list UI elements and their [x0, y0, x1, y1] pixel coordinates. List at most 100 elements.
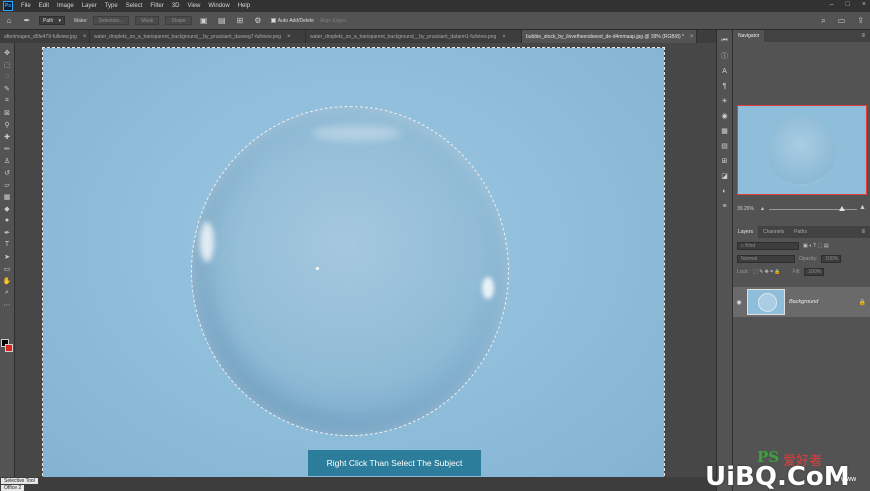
panel-menu-icon[interactable]: ≡	[861, 229, 865, 235]
zoom-slider-handle[interactable]	[839, 206, 845, 211]
bubble-reflection	[312, 125, 402, 141]
close-icon[interactable]: ×	[690, 34, 694, 40]
app-logo: Ps	[3, 1, 13, 11]
character-icon[interactable]: A	[720, 66, 730, 76]
layer-row-background[interactable]: ◉ Background 🔒	[733, 287, 870, 317]
menu-layer[interactable]: Layer	[78, 3, 101, 9]
shape-tool-icon[interactable]: ▭	[2, 263, 13, 274]
gradient-tool-icon[interactable]: ▦	[2, 191, 13, 202]
auto-add-delete-checkbox[interactable]: Auto Add/Delete	[270, 18, 314, 24]
home-icon[interactable]: ⌂	[4, 16, 14, 26]
menu-help[interactable]: Help	[234, 3, 254, 9]
lasso-tool-icon[interactable]: ◌	[2, 71, 13, 82]
menu-type[interactable]: Type	[101, 3, 122, 9]
patterns-icon[interactable]: ⊞	[720, 156, 730, 166]
workspace-icon[interactable]: ▭	[838, 16, 846, 26]
maximize-button[interactable]: □	[846, 1, 850, 8]
canvas-area[interactable]: Right Click Than Select The Subject	[15, 43, 716, 483]
path-arrangement-icon[interactable]: ⊞	[235, 16, 245, 26]
type-tool-icon[interactable]: T	[2, 239, 13, 250]
photoshop-window: Ps File Edit Image Layer Type Select Fil…	[0, 0, 870, 491]
menu-filter[interactable]: Filter	[146, 3, 167, 9]
menu-view[interactable]: View	[183, 3, 204, 9]
pen-mode-select[interactable]: Path ▾	[39, 16, 65, 25]
search-icon[interactable]: ⌕	[821, 16, 825, 26]
tab-navigator[interactable]: Navigator	[733, 30, 765, 42]
bubble-selection[interactable]	[191, 106, 509, 436]
more-tools-icon[interactable]: ⋯	[2, 299, 13, 310]
marquee-tool-icon[interactable]: ⬚	[2, 59, 13, 70]
menu-select[interactable]: Select	[122, 3, 147, 9]
eye-icon[interactable]: ◉	[733, 299, 745, 306]
clone-stamp-tool-icon[interactable]: ♙	[2, 155, 13, 166]
panel-menu-icon[interactable]: ≡	[861, 33, 865, 39]
move-tool-icon[interactable]: ✥	[2, 47, 13, 58]
background-color-swatch[interactable]	[5, 344, 13, 352]
doc-tab-1[interactable]: afterimages_d5fe479-fullview.jpg ×	[0, 30, 90, 43]
hand-tool-icon[interactable]: ✋	[2, 275, 13, 286]
doc-tab-3[interactable]: water_droplets_on_a_transparent_backgrou…	[306, 30, 522, 43]
tab-channels[interactable]: Channels	[758, 226, 789, 238]
properties-icon[interactable]: ≡	[720, 201, 730, 211]
doc-tab-2[interactable]: water_droplets_on_a_transparent_backgrou…	[90, 30, 306, 43]
gear-icon[interactable]: ⚙	[253, 16, 263, 26]
path-alignment-icon[interactable]: ▤	[217, 16, 227, 26]
close-icon[interactable]: ×	[502, 34, 506, 40]
color-icon[interactable]: ◉	[720, 111, 730, 121]
menu-edit[interactable]: Edit	[35, 3, 53, 9]
history-brush-tool-icon[interactable]: ↺	[2, 167, 13, 178]
info-icon[interactable]: ⓘ	[720, 51, 730, 61]
zoom-out-icon[interactable]: ▴	[761, 205, 764, 212]
opacity-field[interactable]: 100%	[821, 254, 842, 263]
lightbulb-icon[interactable]: ☀	[720, 96, 730, 106]
tab-layers[interactable]: Layers	[733, 226, 759, 238]
share-icon[interactable]: ⇪	[857, 16, 864, 26]
menu-image[interactable]: Image	[53, 3, 78, 9]
doc-tab-active[interactable]: bubble_stock_by_ilovetheersbeest_de-d4mm…	[522, 30, 697, 43]
make-selection-button[interactable]: Selection...	[92, 16, 130, 25]
styles-icon[interactable]: ◪	[720, 171, 730, 181]
lock-icons[interactable]: ⬚ ✎ ✥ ⌗ 🔒	[753, 269, 781, 275]
align-edges-option[interactable]: Align Edges	[320, 18, 347, 24]
make-shape-button[interactable]: Shape	[165, 16, 192, 25]
paragraph-icon[interactable]: ¶	[720, 81, 730, 91]
menu-file[interactable]: File	[17, 3, 35, 9]
minimize-button[interactable]: –	[830, 1, 834, 8]
blur-tool-icon[interactable]: ◆	[2, 203, 13, 214]
navigator-preview[interactable]	[737, 105, 867, 195]
quick-selection-tool-icon[interactable]: ✎	[2, 83, 13, 94]
zoom-value[interactable]: 39.26%	[737, 206, 754, 212]
document-image[interactable]: Right Click Than Select The Subject	[42, 47, 665, 481]
filter-icons[interactable]: ▣ ◐ T ⬚ ▤	[803, 243, 829, 249]
crop-tool-icon[interactable]: ⌗	[2, 95, 13, 106]
path-operations-icon[interactable]: ▣	[199, 16, 209, 26]
adjustments-icon[interactable]: ◐	[720, 186, 730, 196]
make-mask-button[interactable]: Mask	[135, 16, 160, 25]
gradients-icon[interactable]: ▤	[720, 141, 730, 151]
pen-tool-icon[interactable]: ✒	[2, 227, 13, 238]
menu-window[interactable]: Window	[204, 3, 233, 9]
tab-paths[interactable]: Paths	[789, 226, 812, 238]
eraser-tool-icon[interactable]: ▱	[2, 179, 13, 190]
zoom-tool-icon[interactable]: ⌕	[2, 287, 13, 298]
layer-kind-filter[interactable]: ⌕ Kind	[737, 241, 799, 250]
frame-tool-icon[interactable]: ⊠	[2, 107, 13, 118]
fill-field[interactable]: 100%	[804, 267, 825, 276]
close-icon[interactable]: ×	[287, 34, 291, 40]
menu-3d[interactable]: 3D	[168, 3, 184, 9]
healing-brush-tool-icon[interactable]: ✚	[2, 131, 13, 142]
close-window-button[interactable]: ×	[862, 1, 866, 8]
brush-tool-icon[interactable]: ✏	[2, 143, 13, 154]
pen-tool-icon[interactable]: ✒	[22, 16, 32, 26]
close-icon[interactable]: ×	[83, 34, 87, 40]
swatches-icon[interactable]: ▦	[720, 126, 730, 136]
history-icon[interactable]: ⏮	[720, 36, 730, 46]
eyedropper-tool-icon[interactable]: ⚲	[2, 119, 13, 130]
path-selection-tool-icon[interactable]: ➤	[2, 251, 13, 262]
blend-mode-select[interactable]: Normal	[737, 254, 795, 263]
window-controls: – □ ×	[830, 1, 866, 8]
navigator-zoom: 39.26% ▴ ▲	[733, 202, 870, 216]
zoom-in-icon[interactable]: ▲	[859, 204, 866, 211]
dodge-tool-icon[interactable]: ●	[2, 215, 13, 226]
menu-bar: Ps File Edit Image Layer Type Select Fil…	[0, 0, 870, 12]
